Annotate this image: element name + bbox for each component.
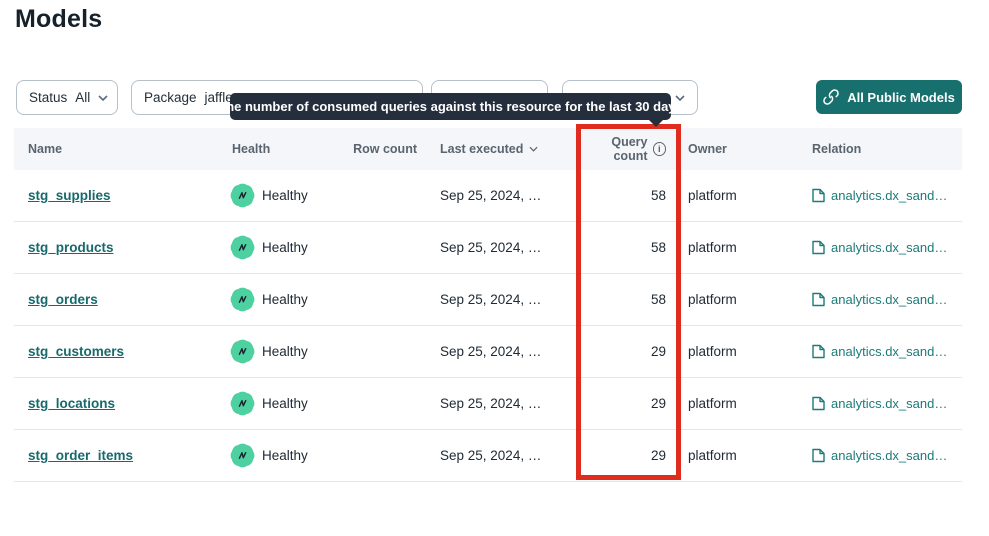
document-icon bbox=[812, 448, 825, 463]
last-executed-value: Sep 25, 2024, … bbox=[417, 396, 577, 411]
document-icon bbox=[812, 188, 825, 203]
document-icon bbox=[812, 292, 825, 307]
column-header-relation: Relation bbox=[804, 142, 962, 156]
link-icon bbox=[823, 89, 839, 105]
owner-value: platform bbox=[680, 396, 804, 411]
owner-value: platform bbox=[680, 292, 804, 307]
column-header-name: Name bbox=[14, 142, 232, 156]
table-row: stg_order_items Healthy Sep 25, 2024, … … bbox=[14, 430, 962, 482]
table-row: stg_supplies Healthy Sep 25, 2024, … 58 … bbox=[14, 170, 962, 222]
document-icon bbox=[812, 344, 825, 359]
query-count-value: 58 bbox=[577, 240, 680, 255]
relation-link[interactable]: analytics.dx_sand… bbox=[812, 240, 947, 255]
query-count-tooltip: The number of consumed queries against t… bbox=[230, 93, 671, 120]
tooltip-caret bbox=[648, 119, 664, 127]
status-filter-dropdown[interactable]: Status All bbox=[16, 80, 118, 115]
relation-label: analytics.dx_sand… bbox=[831, 344, 947, 359]
health-status-label: Healthy bbox=[262, 396, 308, 411]
relation-label: analytics.dx_sand… bbox=[831, 396, 947, 411]
healthy-seal-icon bbox=[232, 393, 253, 414]
query-count-value: 58 bbox=[577, 292, 680, 307]
last-executed-value: Sep 25, 2024, … bbox=[417, 188, 577, 203]
query-count-value: 58 bbox=[577, 188, 680, 203]
health-status-label: Healthy bbox=[262, 448, 308, 463]
relation-label: analytics.dx_sand… bbox=[831, 292, 947, 307]
owner-value: platform bbox=[680, 448, 804, 463]
column-header-health: Health bbox=[232, 142, 349, 156]
column-header-query-count-label: Query count bbox=[577, 135, 648, 163]
owner-value: platform bbox=[680, 240, 804, 255]
relation-label: analytics.dx_sand… bbox=[831, 240, 947, 255]
table-header-row: Name Health Row count Last executed Quer… bbox=[14, 128, 962, 170]
healthy-seal-icon bbox=[232, 341, 253, 362]
tooltip-text: The number of consumed queries against t… bbox=[218, 99, 683, 114]
chevron-down-icon bbox=[98, 95, 108, 101]
info-icon[interactable]: i bbox=[653, 142, 666, 156]
document-icon bbox=[812, 240, 825, 255]
health-status-label: Healthy bbox=[262, 344, 308, 359]
all-public-models-button[interactable]: All Public Models bbox=[816, 80, 962, 114]
query-count-value: 29 bbox=[577, 396, 680, 411]
model-name-link[interactable]: stg_locations bbox=[28, 396, 115, 411]
table-row: stg_products Healthy Sep 25, 2024, … 58 … bbox=[14, 222, 962, 274]
column-header-query-count: Query count i bbox=[577, 135, 680, 163]
column-header-last-executed-label: Last executed bbox=[440, 142, 523, 156]
package-filter-label: Package bbox=[144, 90, 197, 105]
health-status-label: Healthy bbox=[262, 292, 308, 307]
table-row: stg_orders Healthy Sep 25, 2024, … 58 pl… bbox=[14, 274, 962, 326]
last-executed-value: Sep 25, 2024, … bbox=[417, 448, 577, 463]
health-status-label: Healthy bbox=[262, 188, 308, 203]
table-row: stg_locations Healthy Sep 25, 2024, … 29… bbox=[14, 378, 962, 430]
model-name-link[interactable]: stg_orders bbox=[28, 292, 98, 307]
query-count-value: 29 bbox=[577, 344, 680, 359]
relation-link[interactable]: analytics.dx_sand… bbox=[812, 344, 947, 359]
healthy-seal-icon bbox=[232, 289, 253, 310]
last-executed-value: Sep 25, 2024, … bbox=[417, 240, 577, 255]
healthy-seal-icon bbox=[232, 445, 253, 466]
document-icon bbox=[812, 396, 825, 411]
column-header-row-count: Row count bbox=[349, 142, 417, 156]
column-header-last-executed[interactable]: Last executed bbox=[417, 142, 577, 156]
relation-link[interactable]: analytics.dx_sand… bbox=[812, 448, 947, 463]
healthy-seal-icon bbox=[232, 185, 253, 206]
status-filter-label: Status bbox=[29, 90, 67, 105]
query-count-value: 29 bbox=[577, 448, 680, 463]
relation-label: analytics.dx_sand… bbox=[831, 188, 947, 203]
models-table: Name Health Row count Last executed Quer… bbox=[14, 128, 962, 482]
all-public-models-label: All Public Models bbox=[847, 90, 955, 105]
sort-chevron-down-icon bbox=[529, 146, 538, 152]
relation-link[interactable]: analytics.dx_sand… bbox=[812, 396, 947, 411]
relation-label: analytics.dx_sand… bbox=[831, 448, 947, 463]
owner-value: platform bbox=[680, 344, 804, 359]
model-name-link[interactable]: stg_supplies bbox=[28, 188, 111, 203]
relation-link[interactable]: analytics.dx_sand… bbox=[812, 188, 947, 203]
model-name-link[interactable]: stg_products bbox=[28, 240, 114, 255]
model-name-link[interactable]: stg_order_items bbox=[28, 448, 133, 463]
relation-link[interactable]: analytics.dx_sand… bbox=[812, 292, 947, 307]
column-header-owner: Owner bbox=[680, 142, 804, 156]
last-executed-value: Sep 25, 2024, … bbox=[417, 292, 577, 307]
healthy-seal-icon bbox=[232, 237, 253, 258]
page-title: Models bbox=[15, 5, 102, 34]
table-body: stg_supplies Healthy Sep 25, 2024, … 58 … bbox=[14, 170, 962, 482]
health-status-label: Healthy bbox=[262, 240, 308, 255]
owner-value: platform bbox=[680, 188, 804, 203]
table-row: stg_customers Healthy Sep 25, 2024, … 29… bbox=[14, 326, 962, 378]
last-executed-value: Sep 25, 2024, … bbox=[417, 344, 577, 359]
status-filter-value: All bbox=[75, 90, 90, 105]
model-name-link[interactable]: stg_customers bbox=[28, 344, 124, 359]
